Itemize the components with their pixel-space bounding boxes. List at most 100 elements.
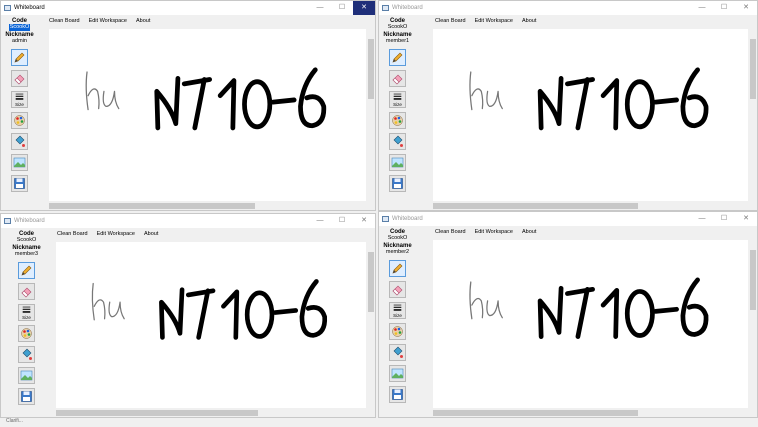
menu-about[interactable]: About: [136, 15, 150, 27]
size-label: Size: [393, 312, 402, 318]
color-tool[interactable]: [389, 112, 406, 129]
app-icon: [382, 5, 389, 11]
pencil-tool[interactable]: [389, 260, 406, 277]
image-icon: [13, 157, 26, 168]
pencil-tool[interactable]: [389, 49, 406, 66]
floppy-disk-icon: [392, 178, 403, 189]
menu-about[interactable]: About: [144, 228, 158, 240]
title-bar[interactable]: Whiteboard — ☐ ✕: [379, 212, 757, 226]
fill-tool[interactable]: [18, 346, 35, 363]
image-icon: [391, 368, 404, 379]
pencil-tool[interactable]: [18, 262, 35, 279]
color-tool[interactable]: [389, 323, 406, 340]
code-value[interactable]: ScookO: [388, 24, 408, 30]
background-tool[interactable]: [389, 154, 406, 171]
size-tool[interactable]: Size: [11, 91, 28, 108]
scroll-thumb[interactable]: [433, 410, 638, 416]
close-button[interactable]: ✕: [353, 214, 375, 228]
scroll-thumb[interactable]: [49, 203, 256, 209]
background-tool[interactable]: [11, 154, 28, 171]
pencil-icon: [392, 263, 403, 274]
eraser-tool[interactable]: [11, 70, 28, 87]
save-tool[interactable]: [389, 386, 406, 403]
close-button[interactable]: ✕: [735, 212, 757, 226]
menu-clean-board[interactable]: Clean Board: [435, 15, 466, 27]
horizontal-scrollbar[interactable]: [433, 409, 748, 417]
scroll-thumb[interactable]: [433, 203, 638, 209]
menu-edit-workspace[interactable]: Edit Workspace: [475, 15, 513, 27]
title-bar[interactable]: Whiteboard — ☐ ✕: [379, 1, 757, 15]
menu-about[interactable]: About: [522, 226, 536, 238]
eraser-tool[interactable]: [389, 70, 406, 87]
side-panel: Code ScookO Nickname member1 Size: [379, 15, 416, 210]
vertical-scrollbar[interactable]: [749, 29, 757, 201]
pencil-icon: [392, 52, 403, 63]
whiteboard-window-member1: Whiteboard — ☐ ✕ Code ScookO Nickname me…: [378, 0, 758, 211]
menu-clean-board[interactable]: Clean Board: [49, 15, 80, 27]
code-value[interactable]: ScookO: [17, 237, 37, 243]
vertical-scrollbar[interactable]: [367, 29, 375, 201]
menu-about[interactable]: About: [522, 15, 536, 27]
palette-icon: [392, 326, 403, 337]
fill-tool[interactable]: [389, 133, 406, 150]
menu-clean-board[interactable]: Clean Board: [435, 226, 466, 238]
fill-tool[interactable]: [389, 344, 406, 361]
close-button[interactable]: ✕: [735, 1, 757, 15]
vertical-scrollbar[interactable]: [367, 242, 375, 408]
minimize-button[interactable]: —: [309, 214, 331, 228]
size-tool[interactable]: Size: [389, 91, 406, 108]
scroll-thumb[interactable]: [750, 250, 756, 310]
title-bar[interactable]: Whiteboard — ☐ ✕: [1, 1, 375, 15]
image-icon: [20, 370, 33, 381]
floppy-disk-icon: [14, 178, 25, 189]
title-bar[interactable]: Whiteboard — ☐ ✕: [1, 214, 375, 228]
palette-icon: [21, 328, 32, 339]
color-tool[interactable]: [18, 325, 35, 342]
menu-edit-workspace[interactable]: Edit Workspace: [89, 15, 127, 27]
minimize-button[interactable]: —: [691, 1, 713, 15]
background-tool[interactable]: [389, 365, 406, 382]
code-value[interactable]: ScookO: [388, 235, 408, 241]
background-tool[interactable]: [18, 367, 35, 384]
maximize-button[interactable]: ☐: [713, 1, 735, 15]
drawing-canvas[interactable]: [56, 242, 366, 408]
menu-bar: Clean Board Edit Workspace About: [435, 226, 536, 238]
maximize-button[interactable]: ☐: [331, 214, 353, 228]
scroll-thumb[interactable]: [368, 252, 374, 312]
eraser-icon: [392, 285, 403, 296]
horizontal-scrollbar[interactable]: [433, 202, 748, 210]
line-size-icon: [15, 93, 24, 100]
save-tool[interactable]: [18, 388, 35, 405]
menu-edit-workspace[interactable]: Edit Workspace: [475, 226, 513, 238]
scroll-thumb[interactable]: [750, 39, 756, 99]
horizontal-scrollbar[interactable]: [56, 409, 366, 417]
horizontal-scrollbar[interactable]: [49, 202, 366, 210]
menu-clean-board[interactable]: Clean Board: [57, 228, 88, 240]
scroll-thumb[interactable]: [368, 39, 374, 99]
vertical-scrollbar[interactable]: [749, 240, 757, 408]
size-tool[interactable]: Size: [18, 304, 35, 321]
code-value[interactable]: ScookO: [8, 24, 31, 31]
pencil-icon: [14, 52, 25, 63]
close-button[interactable]: ✕: [353, 1, 375, 15]
drawing-canvas[interactable]: [49, 29, 366, 201]
scroll-thumb[interactable]: [56, 410, 258, 416]
pencil-tool[interactable]: [11, 49, 28, 66]
handwriting-drawing: [469, 277, 709, 339]
save-tool[interactable]: [11, 175, 28, 192]
maximize-button[interactable]: ☐: [713, 212, 735, 226]
minimize-button[interactable]: —: [309, 1, 331, 15]
nickname-value: admin: [12, 38, 27, 44]
fill-tool[interactable]: [11, 133, 28, 150]
drawing-canvas[interactable]: [433, 240, 748, 408]
paint-bucket-icon: [22, 348, 32, 360]
eraser-tool[interactable]: [389, 281, 406, 298]
eraser-tool[interactable]: [18, 283, 35, 300]
save-tool[interactable]: [389, 175, 406, 192]
drawing-canvas[interactable]: [433, 29, 748, 201]
minimize-button[interactable]: —: [691, 212, 713, 226]
size-tool[interactable]: Size: [389, 302, 406, 319]
maximize-button[interactable]: ☐: [331, 1, 353, 15]
menu-edit-workspace[interactable]: Edit Workspace: [97, 228, 135, 240]
color-tool[interactable]: [11, 112, 28, 129]
